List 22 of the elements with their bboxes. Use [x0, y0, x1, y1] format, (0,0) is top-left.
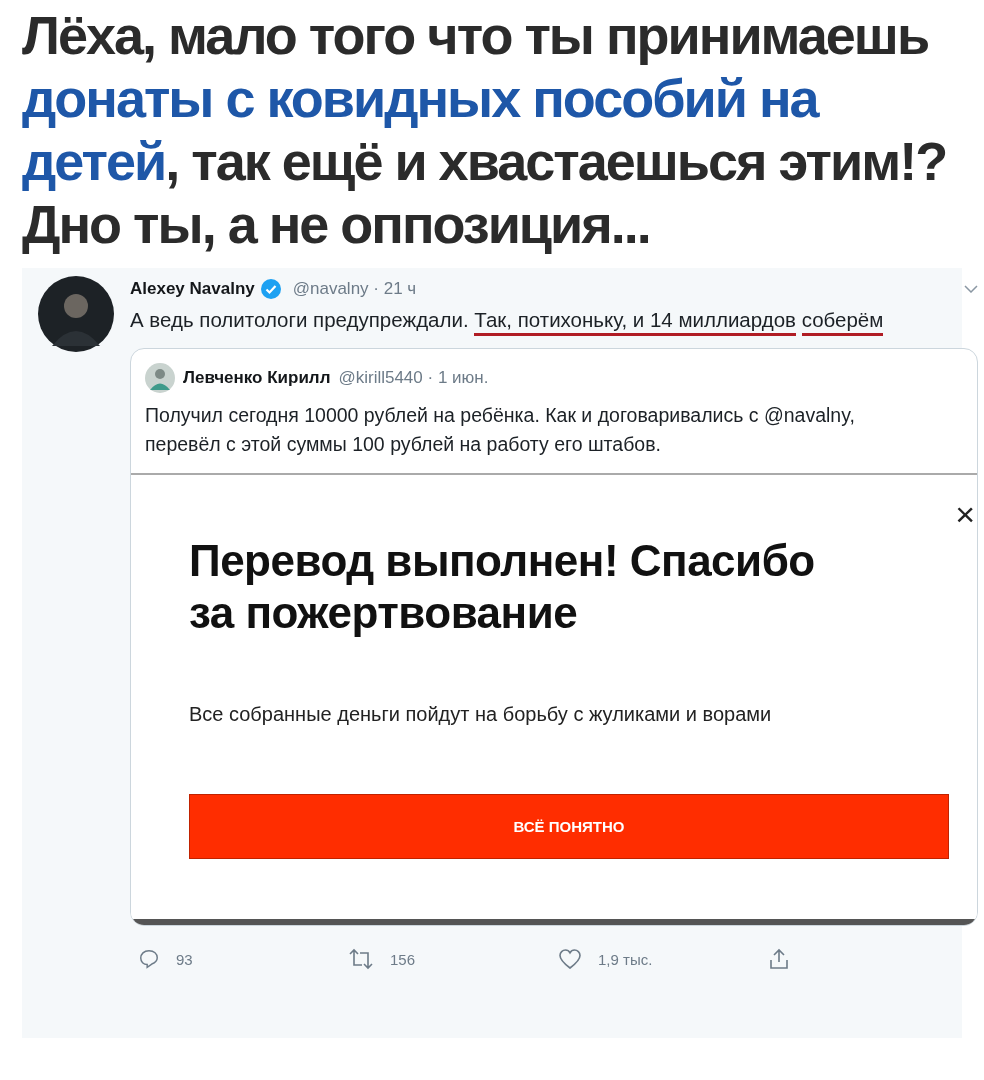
- confirm-button[interactable]: ВСЁ ПОНЯТНО: [189, 794, 949, 859]
- author-handle: @kirill5440 · 1 июн.: [338, 368, 489, 388]
- close-button[interactable]: ×: [955, 497, 975, 531]
- comment-icon[interactable]: [138, 948, 160, 970]
- author-name[interactable]: Левченко Кирилл: [183, 368, 331, 388]
- caption-text: Лёха, мало того что ты принимаешь донаты с ковидных пособий на детей, так ещё и хвастаешься этим!? Дно ты, а не оппозиция...: [22, 4, 948, 256]
- author-name[interactable]: Alexey Navalny: [130, 279, 255, 299]
- dialog-message: Все собранные деньги пойдут на борьбу с жуликами и ворами: [189, 703, 773, 726]
- avatar-icon: [145, 363, 175, 393]
- quoted-tweet[interactable]: [130, 348, 978, 926]
- share-icon[interactable]: [768, 948, 790, 970]
- action-count: 156: [390, 950, 416, 968]
- avatar-icon: [38, 276, 114, 352]
- author-handle: @navalny · 21 ч: [292, 279, 417, 299]
- action-count: 1,9 тыс.: [598, 950, 653, 968]
- action-count: 93: [176, 950, 193, 968]
- retweet-icon[interactable]: [348, 948, 374, 970]
- quoted-text: Получил сегодня 10000 рублей на ребёнка. Как и договаривались с @navalny, перевёл с этой суммы 100 рублей на работу его штабов.: [145, 403, 856, 457]
- chevron-down-icon[interactable]: [964, 285, 978, 293]
- tweet-text: А ведь политологи предупреждали. Так, потихоньку, и 14 миллиардов соберём: [130, 306, 920, 334]
- heart-icon[interactable]: [558, 948, 582, 970]
- dialog-title: Перевод выполнен! Спасибо за пожертвование: [189, 535, 816, 639]
